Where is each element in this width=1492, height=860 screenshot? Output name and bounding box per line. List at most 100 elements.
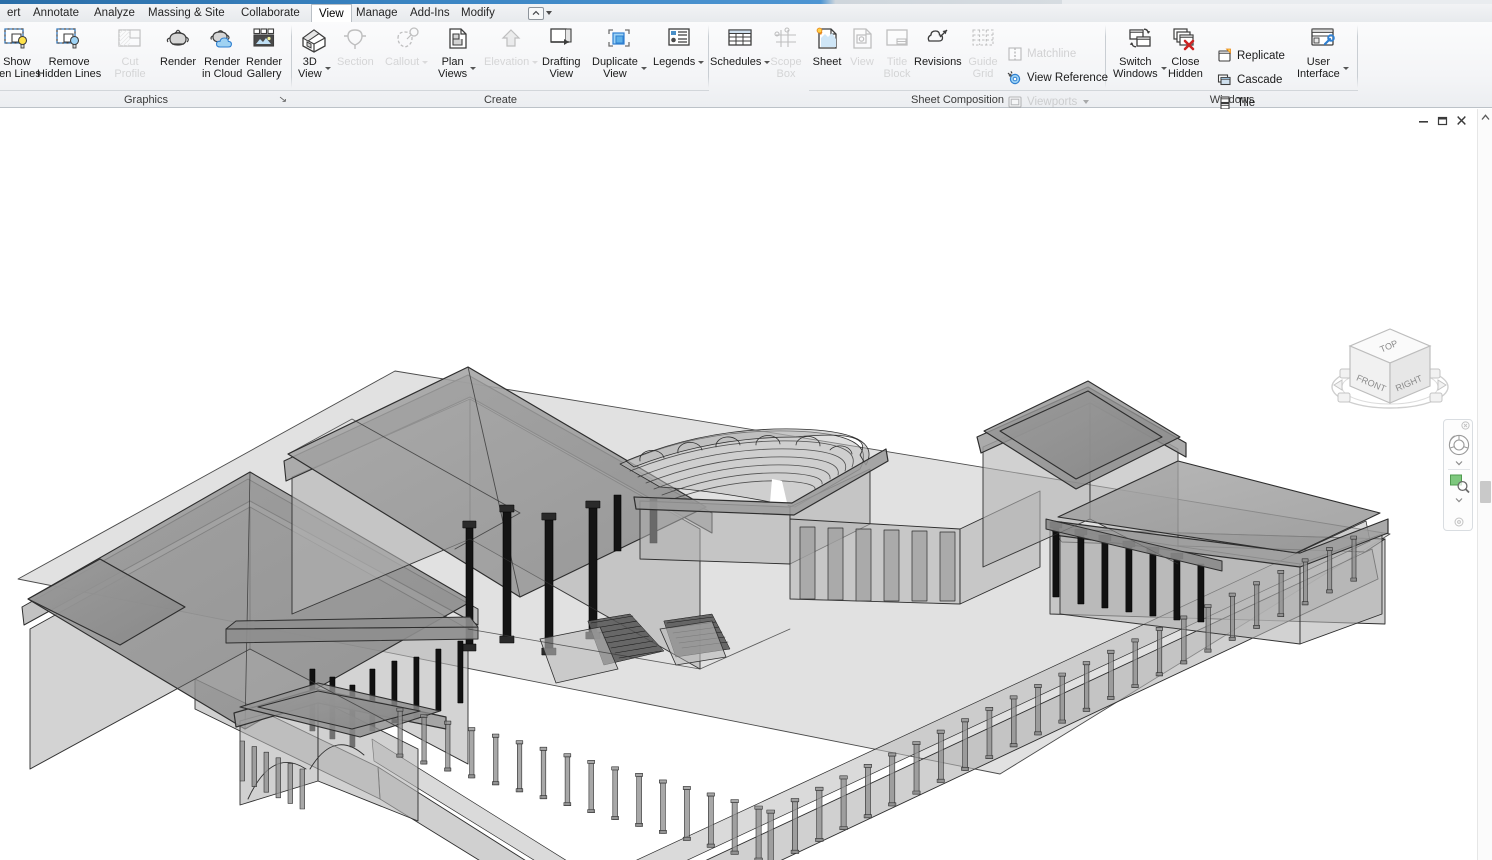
- tab-manage[interactable]: Manage: [349, 4, 405, 22]
- steering-wheel-dropdown-icon[interactable]: [1455, 460, 1463, 466]
- guide-grid-label: Guide Grid: [968, 56, 998, 80]
- ribbon: Graphics ↘ Create Sheet Composition Wind…: [0, 22, 1492, 111]
- tab-addins[interactable]: Add-Ins: [403, 4, 457, 22]
- cut-profile-label-row: Cut Profile: [114, 56, 145, 80]
- tab-modify[interactable]: Modify: [454, 4, 502, 22]
- switch-windows-button[interactable]: Switch Windows: [1113, 24, 1167, 80]
- chevron-down-icon[interactable]: [422, 60, 429, 64]
- chevron-down-icon[interactable]: [698, 60, 705, 64]
- minimize-icon[interactable]: [1417, 114, 1430, 127]
- steering-wheel-icon[interactable]: [1447, 432, 1471, 458]
- close-icon[interactable]: [1455, 114, 1468, 127]
- user-interface-label: User Interface: [1297, 56, 1340, 80]
- sheet-label-row: Sheet: [813, 56, 842, 69]
- chevron-down-icon[interactable]: [1342, 66, 1349, 70]
- user-interface-button[interactable]: User Interface: [1297, 24, 1349, 80]
- replicate-icon: [1216, 48, 1233, 65]
- chevron-down-icon[interactable]: [532, 60, 539, 64]
- tab-annotate[interactable]: Annotate: [26, 4, 86, 22]
- title-block-label-row: Title Block: [884, 56, 911, 80]
- show-hidden-lines-label-row: Show den Lines: [0, 56, 41, 80]
- chevron-down-icon[interactable]: [1160, 66, 1167, 70]
- cascade-icon: [1216, 72, 1233, 89]
- schedules-button[interactable]: Schedules: [710, 24, 771, 69]
- chevron-down-icon[interactable]: [324, 66, 331, 70]
- tab-insert[interactable]: ert: [0, 4, 27, 22]
- plan-views-icon: [441, 24, 473, 56]
- 3d-view-button[interactable]: 3D View: [298, 24, 331, 80]
- view-reference-button[interactable]: View Reference: [1006, 68, 1108, 88]
- drafting-view-label-row: Drafting View: [542, 56, 581, 80]
- view-button[interactable]: View: [846, 24, 878, 69]
- panel-title-label: Sheet Composition: [911, 93, 1004, 106]
- restore-icon[interactable]: [1436, 114, 1449, 127]
- view-cube[interactable]: TOP FRONT RIGHT: [1318, 299, 1468, 429]
- navbar-options-icon[interactable]: [1461, 421, 1470, 430]
- chevron-down-icon[interactable]: [470, 66, 477, 70]
- plan-views-label-row: Plan Views: [438, 56, 477, 80]
- replicate-button[interactable]: Replicate: [1216, 46, 1285, 66]
- matchline-button[interactable]: Matchline: [1006, 44, 1076, 64]
- zoom-dropdown-icon[interactable]: [1455, 497, 1463, 503]
- panel-title-graphics: Graphics: [0, 90, 292, 108]
- elevation-button[interactable]: Elevation: [484, 24, 539, 69]
- replicate-label: Replicate: [1237, 50, 1285, 62]
- callout-label-row: Callout: [385, 56, 429, 69]
- panel-dialog-launcher-graphics[interactable]: ↘: [279, 94, 288, 105]
- zoom-region-icon[interactable]: [1449, 473, 1470, 494]
- scroll-up-icon[interactable]: [1478, 109, 1492, 125]
- title-block-label: Title Block: [883, 56, 911, 80]
- render-button[interactable]: Render: [160, 24, 196, 69]
- show-hidden-lines-button[interactable]: Show den Lines: [0, 24, 41, 80]
- callout-icon: [391, 24, 423, 56]
- remove-hidden-lines-icon: [53, 24, 85, 56]
- cut-profile-label: Cut Profile: [114, 56, 146, 80]
- section-button[interactable]: Section: [337, 24, 374, 69]
- sheet-button[interactable]: Sheet: [811, 24, 843, 69]
- drawing-canvas[interactable]: TOP FRONT RIGHT: [0, 109, 1492, 860]
- vertical-scrollbar[interactable]: [1477, 109, 1492, 860]
- duplicate-view-button[interactable]: Duplicate View: [592, 24, 647, 80]
- legends-icon: [663, 24, 695, 56]
- panel-divider: [708, 25, 709, 88]
- sheet-icon: [811, 24, 843, 56]
- remove-hidden-lines-label-row: Remove Hidden Lines: [37, 56, 101, 80]
- panel-title-label: Create: [483, 93, 518, 106]
- cut-profile-button[interactable]: Cut Profile: [114, 24, 146, 80]
- user-interface-icon: [1307, 24, 1339, 56]
- render-in-cloud-button[interactable]: Render in Cloud: [202, 24, 242, 80]
- legends-button[interactable]: Legends: [653, 24, 705, 69]
- show-hidden-lines-label: Show den Lines: [0, 56, 41, 80]
- navigation-bar[interactable]: [1443, 419, 1473, 531]
- plan-views-button[interactable]: Plan Views: [438, 24, 477, 80]
- elevation-icon: [495, 24, 527, 56]
- scrollbar-thumb[interactable]: [1480, 481, 1491, 503]
- render-in-cloud-label-row: Render in Cloud: [202, 56, 242, 80]
- revit-application-window: ert Annotate Analyze Massing & Site Collabor…: [0, 0, 1492, 860]
- guide-grid-button[interactable]: Guide Grid: [967, 24, 999, 80]
- tab-collab[interactable]: Collaborate: [234, 4, 307, 22]
- render-gallery-label-row: Render Gallery: [246, 56, 282, 80]
- panel-switch-dropdown[interactable]: [528, 6, 552, 20]
- scope-box-button[interactable]: Scope Box: [770, 24, 802, 80]
- render-teapot-icon: [162, 24, 194, 56]
- chevron-down-icon[interactable]: [1083, 100, 1090, 104]
- view-reference-label: View Reference: [1027, 72, 1108, 84]
- cut-profile-icon: [114, 24, 146, 56]
- duplicate-view-icon: [603, 24, 635, 56]
- viewports-icon: [1006, 94, 1023, 111]
- tab-analyze[interactable]: Analyze: [87, 4, 142, 22]
- cascade-button[interactable]: Cascade: [1216, 70, 1282, 90]
- navbar-more-icon[interactable]: [1454, 517, 1464, 527]
- close-hidden-button[interactable]: Close Hidden: [1168, 24, 1203, 80]
- chevron-down-icon[interactable]: [640, 66, 647, 70]
- legends-label-row: Legends: [653, 56, 705, 69]
- title-block-button[interactable]: Title Block: [881, 24, 913, 80]
- drafting-view-button[interactable]: Drafting View: [542, 24, 581, 80]
- render-gallery-button[interactable]: Render Gallery: [246, 24, 282, 80]
- tab-massing[interactable]: Massing & Site: [141, 4, 232, 22]
- section-label: Section: [337, 56, 374, 68]
- remove-hidden-lines-button[interactable]: Remove Hidden Lines: [37, 24, 101, 80]
- callout-button[interactable]: Callout: [385, 24, 429, 69]
- revisions-button[interactable]: Revisions: [914, 24, 962, 69]
